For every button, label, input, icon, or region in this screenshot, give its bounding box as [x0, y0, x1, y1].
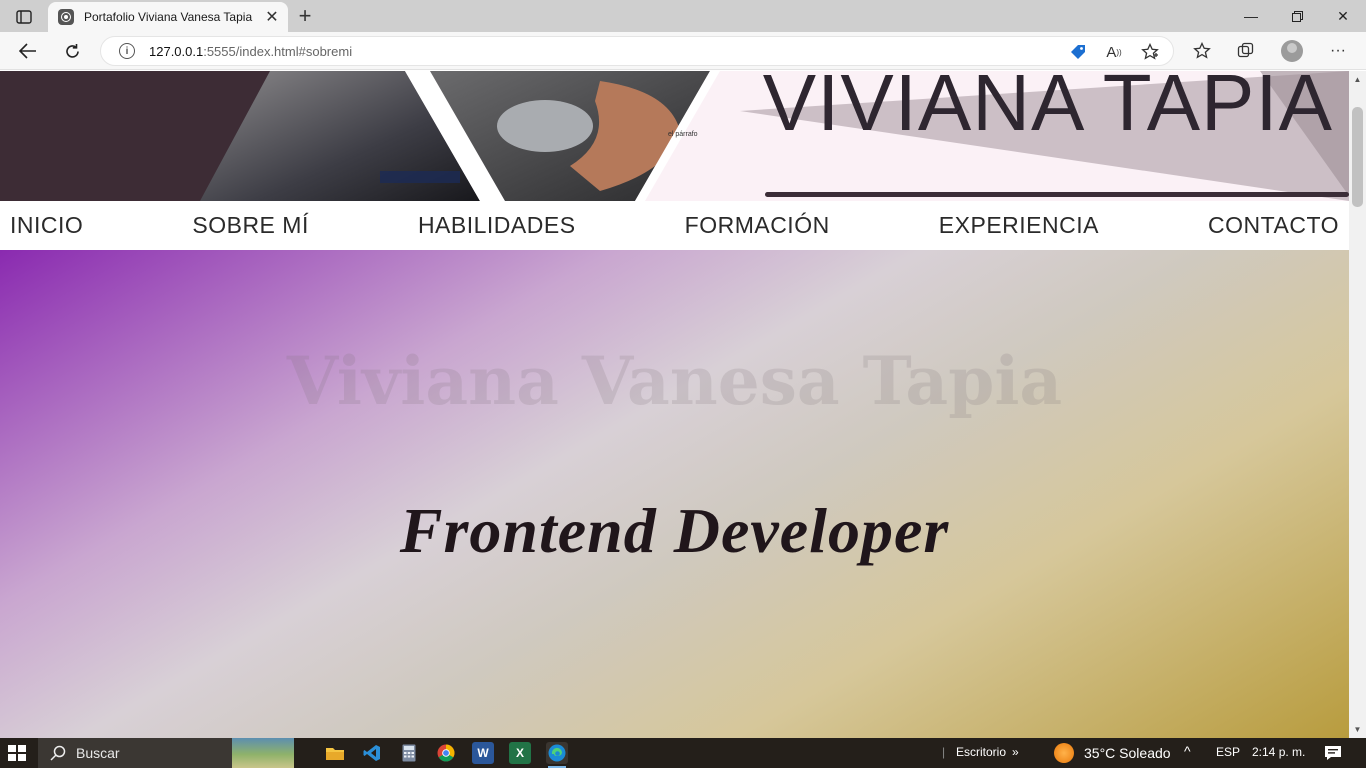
collections-icon[interactable] — [1234, 39, 1258, 63]
banner-small-text: el párrafo — [668, 131, 698, 138]
vscode-icon[interactable] — [361, 742, 383, 764]
browser-toolbar: i 127.0.0.1:5555/index.html#sobremi A)) … — [0, 32, 1366, 70]
tab-actions-icon[interactable] — [8, 6, 40, 28]
desktop-label[interactable]: Escritorio — [956, 745, 1006, 759]
more-options-icon[interactable]: ··· — [1326, 39, 1350, 63]
header-banner: el párrafo VIVIANA TAPIA — [0, 71, 1349, 201]
menu-habilidades[interactable]: HABILIDADES — [418, 212, 576, 239]
hero-section: Viviana Vanesa Tapia Frontend Developer — [0, 250, 1349, 738]
menu-experiencia[interactable]: EXPERIENCIA — [939, 212, 1099, 239]
chrome-icon[interactable] — [435, 742, 457, 764]
read-aloud-icon[interactable]: A)) — [1103, 41, 1125, 63]
tab-close-icon[interactable]: ✕ — [262, 7, 282, 27]
profile-avatar[interactable] — [1280, 39, 1304, 63]
windows-start-icon[interactable] — [8, 745, 26, 761]
weather-text[interactable]: 35°C Soleado — [1084, 745, 1171, 761]
favorites-icon[interactable] — [1190, 39, 1214, 63]
language-indicator[interactable]: ESP — [1216, 745, 1240, 759]
page-scrollbar[interactable]: ▲ ▼ — [1349, 71, 1366, 738]
add-favorite-icon[interactable] — [1139, 41, 1161, 63]
url-path: :5555/index.html#sobremi — [203, 43, 353, 59]
coupon-tag-icon[interactable] — [1067, 41, 1089, 63]
hero-name: Viviana Vanesa Tapia — [286, 342, 1063, 420]
word-icon[interactable]: W — [472, 742, 494, 764]
excel-icon[interactable]: X — [509, 742, 531, 764]
close-window-button[interactable]: ✕ — [1320, 0, 1366, 32]
edge-icon[interactable] — [546, 742, 568, 768]
banner-underline — [765, 192, 1349, 197]
calculator-icon[interactable] — [398, 742, 420, 764]
menu-inicio[interactable]: INICIO — [10, 212, 83, 239]
clock[interactable]: 2:14 p. m. — [1252, 745, 1305, 759]
search-highlight-image — [232, 738, 294, 768]
banner-title: VIVIANA TAPIA — [762, 71, 1333, 147]
refresh-button[interactable] — [58, 37, 86, 65]
back-button[interactable] — [14, 37, 42, 65]
browser-tab[interactable]: Portafolio Viviana Vanesa Tapia ✕ — [48, 2, 288, 32]
web-page: el párrafo VIVIANA TAPIA INICIO SOBRE MÍ… — [0, 71, 1349, 738]
site-favicon-icon — [58, 9, 74, 25]
taskbar-search[interactable]: Buscar — [38, 738, 294, 768]
taskbar: Buscar W X | Escritorio » 35°C Soleado ^… — [0, 738, 1366, 768]
search-placeholder: Buscar — [76, 745, 120, 761]
hero-role: Frontend Developer — [399, 495, 950, 566]
scroll-down-arrow-icon[interactable]: ▼ — [1353, 725, 1362, 734]
search-icon — [50, 745, 66, 761]
weather-sun-icon[interactable] — [1054, 743, 1074, 763]
scroll-thumb[interactable] — [1352, 107, 1363, 207]
tab-title: Portafolio Viviana Vanesa Tapia — [84, 10, 253, 24]
restore-button[interactable] — [1274, 0, 1320, 32]
menu-formacion[interactable]: FORMACIÓN — [685, 212, 830, 239]
menu-contacto[interactable]: CONTACTO — [1208, 212, 1339, 239]
browser-tab-strip: Portafolio Viviana Vanesa Tapia ✕ + — ✕ — [0, 0, 1366, 32]
tray-chevron-up-icon[interactable]: ^ — [1184, 743, 1191, 759]
address-bar[interactable]: i 127.0.0.1:5555/index.html#sobremi A)) — [100, 36, 1174, 66]
banner-photo — [200, 71, 720, 201]
desktop-chevron-icon[interactable]: » — [1012, 745, 1019, 759]
url-host: 127.0.0.1 — [149, 43, 204, 59]
scroll-up-arrow-icon[interactable]: ▲ — [1353, 75, 1362, 84]
new-tab-button[interactable]: + — [293, 3, 317, 28]
avatar-icon — [1281, 40, 1303, 62]
main-menu: INICIO SOBRE MÍ HABILIDADES FORMACIÓN EX… — [0, 201, 1349, 250]
file-explorer-icon[interactable] — [324, 742, 346, 764]
site-info-icon[interactable]: i — [119, 43, 135, 59]
notifications-icon[interactable] — [1322, 742, 1344, 764]
tray-separator: | — [942, 745, 946, 759]
url-text: 127.0.0.1:5555/index.html#sobremi — [149, 44, 352, 59]
menu-sobre-mi[interactable]: SOBRE MÍ — [192, 212, 308, 239]
minimize-button[interactable]: — — [1228, 0, 1274, 32]
